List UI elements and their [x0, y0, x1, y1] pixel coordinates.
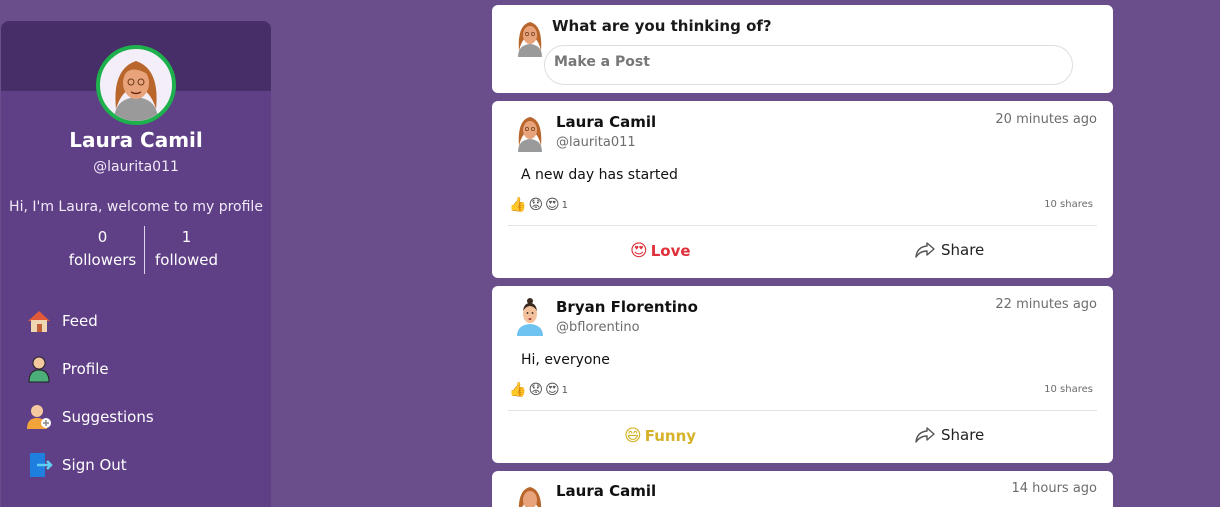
composer-question: What are you thinking of?: [552, 17, 772, 35]
followed-count: 1: [181, 228, 192, 246]
sidebar-item-label: Sign Out: [62, 456, 127, 474]
love-reaction-icon: 😍: [545, 197, 560, 213]
profile-stats: 0 followers 1 followed: [61, 226, 231, 274]
like-reaction-icon: 👍: [509, 197, 527, 213]
followed-stat[interactable]: 1 followed: [145, 226, 228, 274]
post-card: Laura Camil 14 hours ago: [492, 471, 1113, 507]
post-divider: [508, 410, 1097, 411]
sidebar: Laura Camil @laurita011 Hi, I'm Laura, w…: [1, 21, 271, 507]
post-text: Hi, everyone: [521, 352, 610, 368]
share-icon: [915, 427, 935, 443]
share-button[interactable]: Share: [915, 241, 984, 259]
post-card: Bryan Florentino @bflorentino 22 minutes…: [492, 286, 1113, 463]
react-button-label: Love: [650, 242, 691, 260]
reaction-summary[interactable]: 👍 😟 😍 1: [509, 197, 568, 213]
post-timestamp: 14 hours ago: [1011, 481, 1097, 496]
followers-stat[interactable]: 0 followers: [61, 226, 144, 274]
sidebar-nav: Feed Profile Suggestions Sign Out: [25, 297, 154, 489]
post-text: A new day has started: [521, 167, 678, 183]
add-user-icon: [25, 403, 53, 431]
sad-reaction-icon: 😟: [528, 197, 544, 213]
user-icon: [25, 355, 53, 383]
composer-avatar: [512, 17, 548, 57]
share-icon: [915, 242, 935, 258]
followers-count: 0: [97, 228, 108, 246]
sidebar-item-profile[interactable]: Profile: [25, 345, 154, 393]
love-reaction-icon: 😍: [545, 382, 560, 398]
sidebar-item-label: Profile: [62, 360, 109, 378]
author-avatar[interactable]: [512, 112, 548, 152]
make-post-input[interactable]: Make a Post: [544, 45, 1073, 85]
sad-reaction-icon: 😟: [528, 382, 544, 398]
post-composer: What are you thinking of? Make a Post: [492, 5, 1113, 93]
home-icon: [25, 307, 53, 335]
profile-avatar[interactable]: [96, 45, 176, 125]
post-divider: [508, 225, 1097, 226]
reaction-summary[interactable]: 👍 😟 😍 1: [509, 382, 568, 398]
followers-label: followers: [68, 251, 137, 269]
share-count: 10 shares: [1044, 384, 1093, 395]
reaction-count: 1: [561, 384, 569, 396]
followed-label: followed: [155, 251, 218, 269]
profile-handle: @laurita011: [93, 159, 179, 175]
post-author-name[interactable]: Laura Camil: [556, 482, 656, 500]
react-button[interactable]: 😄 Funny: [624, 426, 696, 446]
post-author-name[interactable]: Bryan Florentino: [556, 298, 698, 316]
share-button-label: Share: [941, 241, 985, 259]
share-count: 10 shares: [1044, 199, 1093, 210]
love-emoji-icon: 😍: [630, 241, 648, 261]
sidebar-item-sign-out[interactable]: Sign Out: [25, 441, 154, 489]
post-author-handle: @laurita011: [556, 135, 636, 150]
share-button-label: Share: [941, 426, 985, 444]
reaction-count: 1: [561, 199, 569, 211]
sidebar-item-suggestions[interactable]: Suggestions: [25, 393, 154, 441]
profile-name: Laura Camil: [69, 128, 203, 152]
post-author-handle: @bflorentino: [556, 320, 640, 335]
post-card: Laura Camil @laurita011 20 minutes ago A…: [492, 101, 1113, 278]
author-avatar[interactable]: [512, 482, 548, 507]
funny-emoji-icon: 😄: [624, 426, 642, 446]
author-avatar[interactable]: [512, 296, 548, 336]
sign-out-icon: [25, 451, 53, 479]
like-reaction-icon: 👍: [509, 382, 527, 398]
share-button[interactable]: Share: [915, 426, 984, 444]
sidebar-item-label: Feed: [62, 312, 98, 330]
react-button[interactable]: 😍 Love: [630, 241, 691, 261]
react-button-label: Funny: [644, 427, 697, 445]
post-timestamp: 20 minutes ago: [995, 112, 1097, 127]
sidebar-item-feed[interactable]: Feed: [25, 297, 154, 345]
profile-bio: Hi, I'm Laura, welcome to my profile: [9, 199, 263, 215]
post-author-name[interactable]: Laura Camil: [556, 113, 656, 131]
post-timestamp: 22 minutes ago: [995, 297, 1097, 312]
sidebar-item-label: Suggestions: [62, 408, 154, 426]
